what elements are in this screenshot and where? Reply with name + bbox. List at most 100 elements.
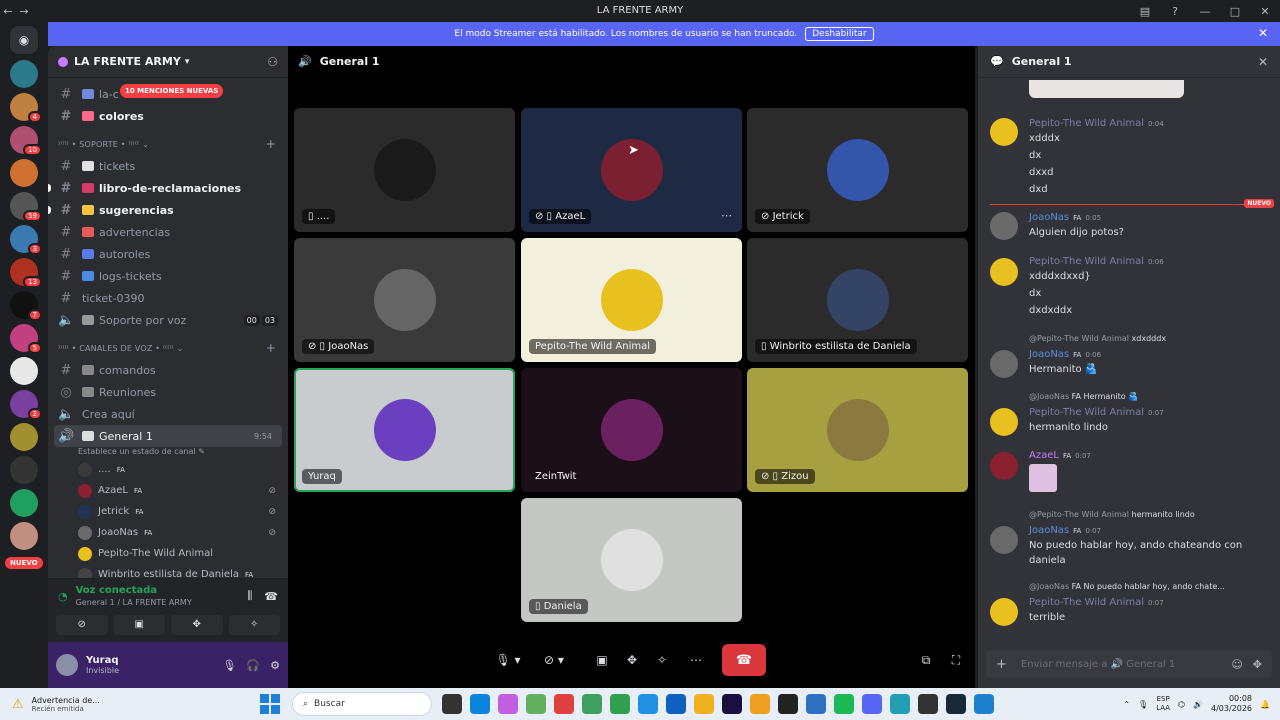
premiere-icon[interactable] [722, 694, 742, 714]
pop-out-icon[interactable]: ⧉ [914, 644, 938, 676]
network-icon[interactable]: ⌬ [1178, 700, 1185, 709]
close-chat-icon[interactable]: ✕ [1258, 55, 1268, 69]
copilot-icon[interactable] [498, 694, 518, 714]
server-icon[interactable]: 59 [10, 192, 42, 222]
voice-channel-soporte[interactable]: 🔈 Soporte por voz 00 03 [48, 309, 288, 331]
server-icon[interactable] [10, 456, 38, 484]
file-explorer-icon[interactable] [694, 694, 714, 714]
invite-people-icon[interactable]: ⚇ [267, 55, 278, 69]
server-icon[interactable]: 3 [10, 225, 42, 255]
avatar[interactable] [990, 212, 1018, 240]
microphone-tray-icon[interactable]: 🎙 [1138, 700, 1148, 709]
participant-tile[interactable]: ⊘ ▯ Zizou [747, 368, 968, 492]
camera-toggle-button[interactable]: ⊘ [56, 615, 108, 635]
message-author[interactable]: AzaeL FA 0:07 [1029, 450, 1091, 461]
signal-icon[interactable]: ◔ [58, 590, 68, 603]
app-icon[interactable] [778, 694, 798, 714]
close-banner-icon[interactable]: ✕ [1258, 26, 1268, 40]
voice-channel-general-1[interactable]: 🔊 General 1 9:54 [54, 425, 282, 447]
disconnect-icon[interactable]: ☎ [264, 590, 278, 603]
more-options-icon[interactable]: ⋯ [684, 644, 708, 676]
spotify-icon[interactable] [834, 694, 854, 714]
noise-suppression-icon[interactable]: ⫼ [247, 589, 252, 603]
clock[interactable]: 00:08 4/03/2026 [1211, 694, 1252, 714]
browser-icon[interactable] [638, 694, 658, 714]
camera-toggle-button[interactable]: ⊘ ▾ [534, 644, 574, 676]
channel-status-prompt[interactable]: Establece un estado de canal ✎ [48, 447, 288, 459]
reply-preview[interactable]: @Pepito-The Wild Animal xdxdddx [1029, 334, 1166, 343]
participant-tile[interactable]: ZeinTwit [521, 368, 742, 492]
chevron-up-icon[interactable]: ⌃ [1123, 700, 1130, 709]
server-icon[interactable]: 7 [10, 291, 42, 321]
avatar[interactable] [990, 526, 1018, 554]
stage-channel-reuniones[interactable]: ◎ Reuniones [48, 381, 288, 403]
voice-user[interactable]: Jetrick FA ⊘ [48, 501, 288, 522]
avatar[interactable] [990, 408, 1018, 436]
folder-icon[interactable] [750, 694, 770, 714]
activities-icon[interactable]: ✥ [620, 644, 644, 676]
sticker-image[interactable] [1029, 464, 1057, 492]
disable-streamer-button[interactable]: Deshabilitar [805, 27, 874, 41]
soundboard-icon[interactable]: ✧ [650, 644, 674, 676]
participant-tile[interactable]: ⊘ ▯ JoaoNas [294, 238, 515, 362]
reply-preview[interactable]: @JoaoNas FA No puedo hablar hoy, ando ch… [1029, 582, 1225, 591]
chrome-icon[interactable] [582, 694, 602, 714]
soundboard-button[interactable]: ✧ [228, 615, 280, 635]
channel-tickets[interactable]: # tickets [48, 155, 288, 177]
server-icon[interactable] [10, 423, 38, 451]
category-canales-de-voz[interactable]: ⁾⁾⁾⁾⁾ • CANALES DE VOZ • ⁽⁽⁽⁽⁽ ⌄ + [48, 337, 288, 359]
server-header[interactable]: LA FRENTE ARMY ▾ ⚇ [48, 46, 288, 78]
server-icon[interactable] [10, 357, 38, 385]
more-options-icon[interactable]: ⋯ [721, 209, 732, 222]
new-servers-pill[interactable]: NUEVO [5, 557, 43, 569]
channel-logs-tickets[interactable]: # logs-tickets [48, 265, 288, 287]
headphones-icon[interactable]: 🎧 [246, 659, 260, 672]
voice-user[interactable]: .... FA [48, 459, 288, 480]
minimize-icon[interactable]: — [1190, 5, 1220, 18]
app-icon[interactable] [918, 694, 938, 714]
avatar[interactable] [990, 118, 1018, 146]
input-language[interactable]: ESP LAA [1156, 695, 1170, 713]
channel-sugerencias[interactable]: # sugerencias [48, 199, 288, 221]
message-composer[interactable]: + Enviar mensaje a 🔊 General 1 ☺ ✥ [986, 650, 1272, 678]
voice-channel-crea-aqui[interactable]: 🔈 Crea aquí [48, 403, 288, 425]
participant-tile[interactable]: ⊘ ▯ AzaeL ⋯ [521, 108, 742, 232]
message-author[interactable]: JoaoNas FA 0:06 [1029, 349, 1101, 360]
steam-icon[interactable] [946, 694, 966, 714]
microphone-icon[interactable]: 🎙 [222, 659, 236, 672]
apps-icon[interactable]: ✥ [1253, 658, 1262, 671]
server-icon[interactable] [10, 522, 38, 550]
maximize-icon[interactable]: □ [1220, 5, 1250, 18]
taskbar-search[interactable]: ⌕ Buscar [292, 692, 432, 716]
task-view-icon[interactable] [442, 694, 462, 714]
participant-tile[interactable]: ▯ Daniela [521, 498, 742, 622]
voice-user[interactable]: AzaeL FA ⊘ [48, 480, 288, 501]
windows-start-icon[interactable] [260, 694, 280, 714]
voice-status-subtitle[interactable]: General 1 / LA FRENTE ARMY [76, 598, 192, 607]
channel-autoroles[interactable]: # autoroles [48, 243, 288, 265]
screen-share-icon[interactable]: ▣ [590, 644, 614, 676]
avatar[interactable] [990, 350, 1018, 378]
app-icon[interactable] [974, 694, 994, 714]
avatar[interactable] [990, 598, 1018, 626]
app-icon[interactable] [526, 694, 546, 714]
add-channel-icon[interactable]: + [266, 137, 276, 151]
settings-gear-icon[interactable]: ⚙ [270, 659, 280, 672]
message-author[interactable]: Pepito-The Wild Animal 0:04 [1029, 118, 1164, 129]
close-window-icon[interactable]: ✕ [1250, 5, 1280, 18]
server-icon[interactable]: 13 [10, 258, 42, 288]
edge-icon[interactable] [470, 694, 490, 714]
participant-tile[interactable]: Yuraq [294, 368, 515, 492]
volume-icon[interactable]: 🔊 [1193, 700, 1203, 709]
chrome-icon[interactable] [610, 694, 630, 714]
discord-icon[interactable] [862, 694, 882, 714]
server-icon[interactable]: 4 [10, 93, 42, 123]
message-author[interactable]: Pepito-The Wild Animal 0:06 [1029, 256, 1164, 267]
category-soporte[interactable]: ⁾⁾⁾⁾⁾ • SOPORTE • ⁽⁽⁽⁽⁽ ⌄ + [48, 133, 288, 155]
server-icon[interactable]: 2 [10, 390, 42, 420]
channel-comandos[interactable]: # comandos [48, 359, 288, 381]
reply-preview[interactable]: @Pepito-The Wild Animal hermanito lindo [1029, 510, 1195, 519]
participant-tile[interactable]: ▯ .... [294, 108, 515, 232]
message-author[interactable]: Pepito-The Wild Animal 0:07 [1029, 407, 1164, 418]
participant-tile[interactable]: ⊘ Jetrick [747, 108, 968, 232]
